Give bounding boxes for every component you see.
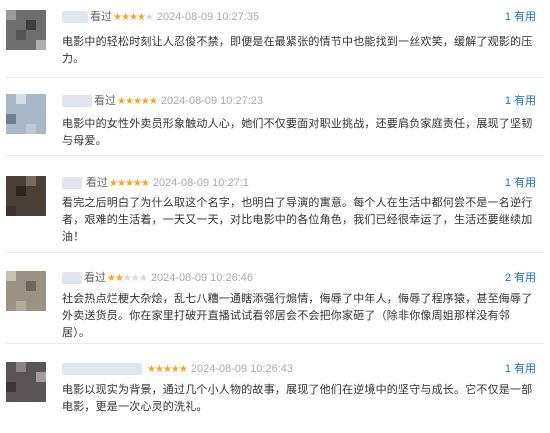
star-icon: ★ — [128, 12, 138, 23]
avatar[interactable] — [6, 176, 46, 216]
review-date: 2024-08-09 10:26:43 — [190, 363, 293, 375]
review-list: 看过★★★★★ 2024-08-09 10:27:35 1 有用 电影中的轻松时刻… — [0, 0, 550, 433]
star-rating: ★★★★★ — [113, 12, 154, 23]
review-text: 电影中的女性外卖员形象触动人心，她们不仅要面对职业挑战，还要肩负家庭责任，展现了… — [62, 118, 533, 147]
review-date: 2024-08-09 10:27:35 — [156, 11, 259, 23]
star-icon: ★ — [140, 96, 150, 107]
review-text: 电影以现实为背景，通过几个小人物的故事，展现了他们在逆境中的坚守与成长。它不仅是… — [62, 384, 533, 413]
star-icon: ★ — [148, 96, 158, 107]
rated-label: 看过 — [90, 11, 112, 23]
username-redacted[interactable] — [62, 363, 142, 375]
star-icon: ★ — [154, 364, 164, 375]
star-rating: ★★★★★ — [107, 273, 148, 284]
star-icon: ★ — [116, 178, 126, 189]
star-icon: ★ — [138, 273, 148, 284]
star-icon: ★ — [140, 178, 150, 189]
useful-count[interactable]: 2 有用 — [505, 271, 536, 285]
review-date: 2024-08-09 10:27:1 — [152, 177, 249, 189]
star-icon: ★ — [122, 273, 132, 284]
star-icon: ★ — [162, 364, 172, 375]
avatar[interactable] — [6, 362, 46, 402]
divider — [6, 155, 544, 156]
username-redacted[interactable] — [62, 11, 88, 23]
avatar[interactable] — [6, 94, 46, 134]
star-icon: ★ — [117, 96, 126, 107]
review-date: 2024-08-09 10:27:23 — [160, 95, 263, 107]
star-icon: ★ — [114, 273, 124, 284]
divider — [6, 77, 544, 78]
review-text: 电影中的轻松时刻让人忍俊不禁，即便是在最紧张的情节中也能找到一丝欢笑，缓解了观影… — [62, 36, 533, 65]
star-rating: ★★★★★ — [147, 364, 188, 375]
star-icon: ★ — [136, 12, 146, 23]
star-icon: ★ — [178, 364, 188, 375]
star-icon: ★ — [132, 96, 142, 107]
star-icon: ★ — [109, 178, 118, 189]
avatar[interactable] — [6, 10, 46, 50]
star-icon: ★ — [120, 12, 130, 23]
username-redacted[interactable] — [62, 177, 82, 189]
username-redacted[interactable] — [62, 272, 82, 284]
star-icon: ★ — [113, 12, 122, 23]
rated-label: 看过 — [84, 272, 106, 284]
avatar[interactable] — [6, 271, 46, 311]
star-icon: ★ — [144, 12, 154, 23]
star-icon: ★ — [107, 273, 116, 284]
star-icon: ★ — [124, 178, 134, 189]
star-icon: ★ — [132, 178, 142, 189]
rated-label: 看过 — [94, 95, 116, 107]
divider — [6, 343, 544, 344]
username-redacted[interactable] — [62, 95, 92, 107]
divider — [6, 252, 544, 253]
review-date: 2024-08-09 10:26:46 — [150, 272, 253, 284]
star-icon: ★ — [170, 364, 180, 375]
rated-label: 看过 — [86, 177, 108, 189]
review-text: 看完之后明白了为什么取这个名字，也明白了导演的寓意。每个人在生活中都何尝不是一名… — [62, 197, 533, 243]
useful-count[interactable]: 1 有用 — [505, 10, 536, 24]
useful-count[interactable]: 1 有用 — [505, 176, 536, 190]
star-icon: ★ — [147, 364, 156, 375]
star-icon: ★ — [124, 96, 134, 107]
useful-count[interactable]: 1 有用 — [505, 94, 536, 108]
star-rating: ★★★★★ — [117, 96, 158, 107]
star-icon: ★ — [130, 273, 140, 284]
star-rating: ★★★★★ — [109, 178, 150, 189]
review-text: 社会热点烂梗大杂烩，乱七八糟一通瞎添强行煽情，侮辱了中年人，侮辱了程序猿，甚至侮… — [62, 293, 533, 339]
useful-count[interactable]: 1 有用 — [505, 362, 536, 376]
